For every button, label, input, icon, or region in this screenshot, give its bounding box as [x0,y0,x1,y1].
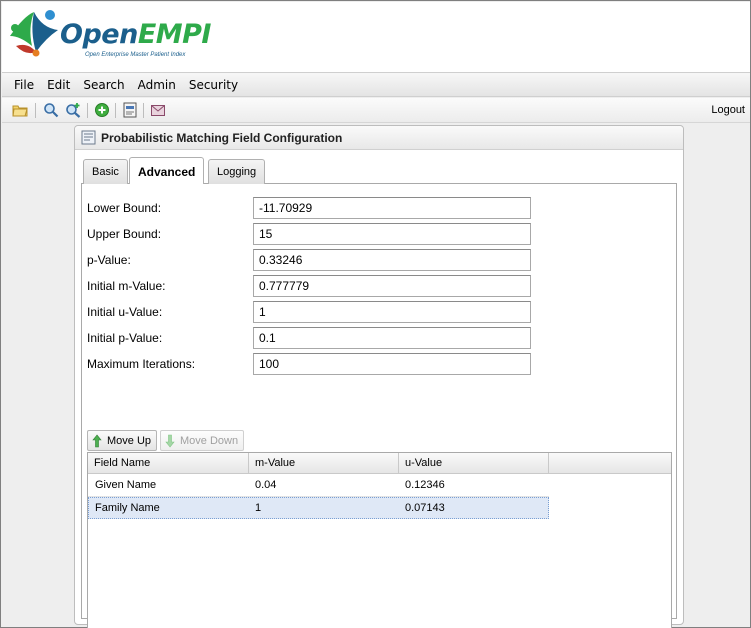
mail-icon[interactable] [149,101,167,119]
panel-title: Probabilistic Matching Field Configurati… [101,131,343,145]
tab-logging[interactable]: Logging [208,159,266,184]
initial-m-value-row: Initial m-Value: 0.777779 [87,275,537,297]
initial-p-value-input[interactable]: 0.1 [253,327,531,349]
column-header-u-value[interactable]: u-Value [399,453,549,474]
initial-p-value-row: Initial p-Value: 0.1 [87,327,537,349]
initial-u-value-input[interactable]: 1 [253,301,531,323]
cell-u-value: 0.07143 [405,502,445,514]
arrow-down-icon [165,434,175,447]
arrow-up-icon [92,434,102,447]
lower-bound-input[interactable]: -11.70929 [253,197,531,219]
p-value-label: p-Value: [87,253,131,267]
lower-bound-label: Lower Bound: [87,201,162,215]
add-icon[interactable] [93,101,111,119]
table-row[interactable]: Given Name 0.04 0.12346 [88,475,549,497]
move-down-button[interactable]: Move Down [160,430,245,451]
initial-m-value-input[interactable]: 0.777779 [253,275,531,297]
initial-u-value-row: Initial u-Value: 1 [87,301,537,323]
lower-bound-row: Lower Bound: -11.70929 [87,197,537,219]
menu-file[interactable]: File [8,78,40,92]
grid-header: Field Name m-Value u-Value [88,453,671,474]
matching-config-panel: Probabilistic Matching Field Configurati… [74,125,684,628]
logo-subtitle: Open Enterprise Master Patient Index [85,52,186,58]
menubar: File Edit Search Admin Security [2,72,750,97]
menu-admin[interactable]: Admin [132,78,182,92]
form-icon [81,130,96,145]
maximum-iterations-label: Maximum Iterations: [87,357,196,371]
maximum-iterations-row: Maximum Iterations: 100 [87,353,537,375]
logo-empi-text: EMPI [137,19,212,50]
menu-search[interactable]: Search [77,78,130,92]
toolbar: Logout [2,98,750,123]
column-header-field-name[interactable]: Field Name [88,453,249,474]
table-row-selected[interactable]: Family Name 1 0.07143 [88,497,549,519]
upper-bound-label: Upper Bound: [87,227,162,241]
menu-security[interactable]: Security [183,78,244,92]
move-up-label: Move Up [107,434,152,447]
advanced-search-icon[interactable] [64,101,82,119]
move-down-label: Move Down [180,434,239,447]
cell-m-value: 0.04 [255,479,277,491]
upper-bound-row: Upper Bound: 15 [87,223,537,245]
maximum-iterations-input[interactable]: 100 [253,353,531,375]
tab-strip: Basic Advanced Logging [81,156,677,185]
menu-edit[interactable]: Edit [41,78,76,92]
app-window: OpenEMPI Open Enterprise Master Patient … [0,0,751,628]
column-header-m-value[interactable]: m-Value [249,453,399,474]
p-value-row: p-Value: 0.33246 [87,249,537,271]
openempi-logo-icon [10,10,58,57]
logo-open-text: Open [60,19,138,50]
search-icon[interactable] [42,101,60,119]
tab-advanced[interactable]: Advanced [129,157,205,185]
grid-toolbar: Move Up Move Down [87,430,387,452]
cell-m-value: 1 [255,502,262,514]
open-folder-icon[interactable] [11,101,29,119]
upper-bound-input[interactable]: 15 [253,223,531,245]
field-grid: Field Name m-Value u-Value Given Name 0.… [87,452,672,628]
tab-basic[interactable]: Basic [83,159,128,184]
app-logo-text: OpenEMPI [60,19,211,50]
cell-field-name: Family Name [95,502,160,514]
logout-link[interactable]: Logout [711,104,745,116]
cell-field-name: Given Name [95,479,157,491]
p-value-input[interactable]: 0.33246 [253,249,531,271]
initial-m-value-label: Initial m-Value: [87,279,166,293]
header: OpenEMPI Open Enterprise Master Patient … [2,2,750,72]
initial-u-value-label: Initial u-Value: [87,305,163,319]
initial-p-value-label: Initial p-Value: [87,331,163,345]
report-icon[interactable] [121,101,139,119]
cell-u-value: 0.12346 [405,479,445,491]
panel-header: Probabilistic Matching Field Configurati… [75,126,683,150]
advanced-tab-content: Lower Bound: -11.70929 Upper Bound: 15 p… [81,184,677,628]
move-up-button[interactable]: Move Up [87,430,158,451]
